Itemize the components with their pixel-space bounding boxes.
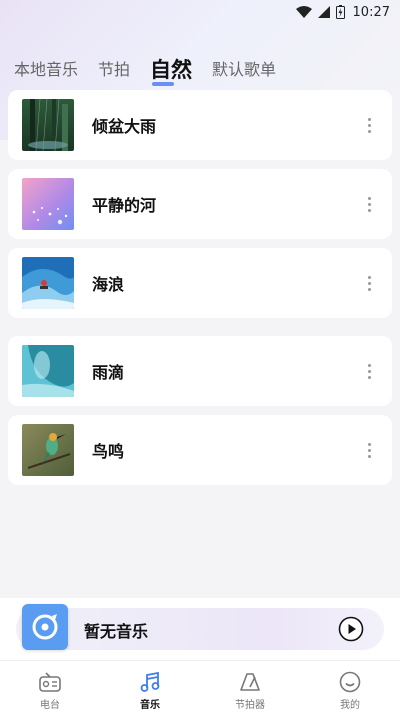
radio-icon bbox=[38, 670, 62, 694]
nav-item-metronome[interactable]: 节拍器 bbox=[200, 661, 300, 712]
play-icon[interactable] bbox=[338, 616, 364, 642]
list-item[interactable]: 雨滴 bbox=[8, 336, 392, 406]
track-thumbnail bbox=[22, 99, 74, 151]
list-item[interactable]: 倾盆大雨 bbox=[8, 90, 392, 160]
mini-player-artwork bbox=[22, 604, 68, 650]
tab-nature[interactable]: 自然 bbox=[150, 56, 193, 86]
list-item[interactable]: 鸟鸣 bbox=[8, 415, 392, 485]
more-options-icon[interactable] bbox=[354, 435, 384, 465]
nav-item-profile[interactable]: 我的 bbox=[300, 661, 400, 712]
more-options-icon[interactable] bbox=[354, 356, 384, 386]
track-title: 海浪 bbox=[92, 275, 125, 294]
nav-label-music: 音乐 bbox=[140, 700, 160, 711]
track-title: 倾盆大雨 bbox=[92, 117, 157, 136]
nav-item-radio[interactable]: 电台 bbox=[0, 661, 100, 712]
nav-label-metronome: 节拍器 bbox=[235, 700, 265, 711]
list-item[interactable]: 海浪 bbox=[8, 248, 392, 318]
wifi-icon bbox=[295, 6, 312, 18]
track-title: 平静的河 bbox=[92, 196, 157, 215]
track-thumbnail bbox=[22, 345, 74, 397]
status-time: 10:27 bbox=[352, 4, 390, 20]
tab-local-music[interactable]: 本地音乐 bbox=[14, 56, 78, 84]
nav-label-radio: 电台 bbox=[40, 700, 60, 711]
track-title: 鸟鸣 bbox=[92, 442, 125, 461]
mini-player[interactable]: 暂无音乐 bbox=[0, 598, 400, 660]
nav-item-music[interactable]: 音乐 bbox=[100, 661, 200, 712]
track-thumbnail bbox=[22, 178, 74, 230]
more-options-icon[interactable] bbox=[354, 110, 384, 140]
more-options-icon[interactable] bbox=[354, 189, 384, 219]
signal-icon bbox=[317, 6, 330, 18]
smiley-icon bbox=[338, 670, 362, 694]
tab-beats[interactable]: 节拍 bbox=[98, 56, 130, 84]
battery-icon bbox=[335, 5, 345, 19]
bottom-navigation: 电台 音乐 节拍器 我的 bbox=[0, 660, 400, 712]
music-note-icon bbox=[138, 670, 162, 694]
track-thumbnail bbox=[22, 424, 74, 476]
nav-label-profile: 我的 bbox=[340, 700, 360, 711]
list-item[interactable]: 平静的河 bbox=[8, 169, 392, 239]
more-options-icon[interactable] bbox=[354, 268, 384, 298]
mini-player-title: 暂无音乐 bbox=[84, 622, 149, 641]
status-bar: 10:27 bbox=[0, 0, 400, 24]
metronome-icon bbox=[238, 670, 262, 694]
track-title: 雨滴 bbox=[92, 363, 125, 382]
category-tabs: 本地音乐 节拍 自然 默认歌单 bbox=[14, 48, 276, 86]
track-thumbnail bbox=[22, 257, 74, 309]
tab-nature-label: 自然 bbox=[150, 58, 193, 82]
tab-active-indicator bbox=[152, 82, 175, 86]
disc-icon bbox=[32, 614, 58, 640]
mini-player-bar bbox=[16, 608, 384, 650]
tab-default-playlist[interactable]: 默认歌单 bbox=[212, 56, 276, 84]
